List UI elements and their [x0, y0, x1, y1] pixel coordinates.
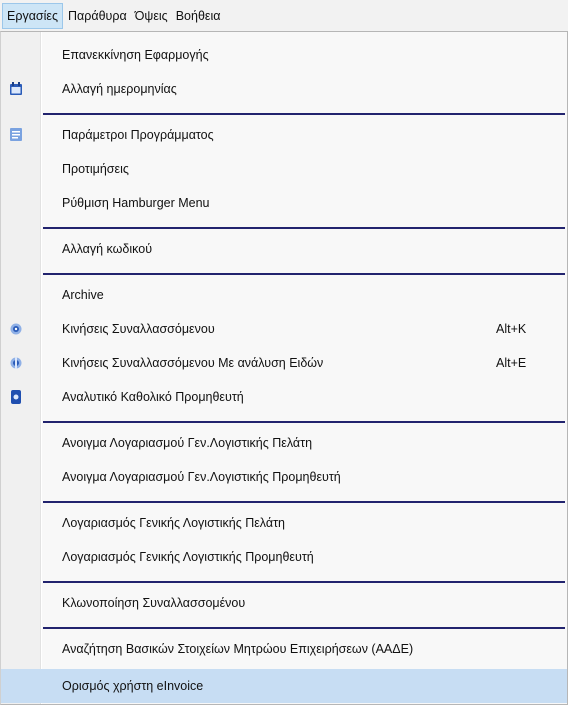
menu-item-label: Προτιμήσεις [62, 162, 129, 176]
ledger-icon [9, 389, 23, 405]
menu-item-label: Κινήσεις Συναλλασσόμενου Με ανάλυση Ειδώ… [62, 356, 324, 370]
menu-item-transactions[interactable]: Κινήσεις Συναλλασσόμενου Alt+K [1, 312, 567, 346]
menu-item-label: Ρύθμιση Hamburger Menu [62, 196, 210, 210]
shortcut-label: Alt+K [496, 322, 527, 336]
menu-item-label: Archive [62, 288, 104, 302]
menu-item-program-parameters[interactable]: Παράμετροι Προγράμματος [1, 118, 567, 152]
menu-item-open-account-supplier[interactable]: Ανοιγμα Λογαριασμού Γεν.Λογιστικής Προμη… [1, 460, 567, 494]
menu-item-label: Επανεκκίνηση Εφαρμογής [62, 48, 209, 62]
shortcut-label: Alt+E [496, 356, 527, 370]
menu-item-supplier-ledger[interactable]: Αναλυτικό Καθολικό Προμηθευτή [1, 380, 567, 414]
menu-item-label: Αλλαγή ημερομηνίας [62, 82, 177, 96]
menu-item-label: Λογαριασμός Γενικής Λογιστικής Προμηθευτ… [62, 550, 314, 564]
menu-item-label: Παράμετροι Προγράμματος [62, 128, 214, 142]
menu-voitheia[interactable]: Βοήθεια [173, 3, 224, 29]
menu-item-transactions-items[interactable]: Κινήσεις Συναλλασσόμενου Με ανάλυση Ειδώ… [1, 346, 567, 380]
menu-bar: Εργασίες Παράθυρα Όψεις Βοήθεια [0, 0, 568, 31]
separator [43, 627, 565, 629]
menu-item-change-password[interactable]: Αλλαγή κωδικού [1, 232, 567, 266]
separator [43, 421, 565, 423]
menu-item-change-date[interactable]: Αλλαγή ημερομηνίας [1, 72, 567, 106]
separator [43, 227, 565, 229]
menu-item-hamburger-settings[interactable]: Ρύθμιση Hamburger Menu [1, 186, 567, 220]
menu-item-label: Λογαριασμός Γενικής Λογιστικής Πελάτη [62, 516, 285, 530]
menu-item-label: Αναζήτηση Βασικών Στοιχείων Μητρώου Επιχ… [62, 642, 414, 656]
transactions-icon [9, 321, 23, 337]
menu-item-label: Αναλυτικό Καθολικό Προμηθευτή [62, 390, 244, 404]
settings-document-icon [9, 127, 23, 143]
ergasies-dropdown-menu: Επανεκκίνηση Εφαρμογής Αλλαγή ημερομηνία… [0, 31, 568, 705]
menu-item-label: Ανοιγμα Λογαριασμού Γεν.Λογιστικής Προμη… [62, 470, 341, 484]
menu-item-label: Ορισμός χρήστη eInvoice [62, 679, 204, 693]
menu-ergasies[interactable]: Εργασίες [2, 2, 64, 29]
menu-item-einvoice-user[interactable]: Ορισμός χρήστη eInvoice [1, 669, 567, 703]
menu-item-gl-account-customer[interactable]: Λογαριασμός Γενικής Λογιστικής Πελάτη [1, 506, 567, 540]
menu-item-label: Ανοιγμα Λογαριασμού Γεν.Λογιστικής Πελάτ… [62, 436, 313, 450]
menu-item-label: Κλωνοποίηση Συναλλασσομένου [62, 596, 246, 610]
separator [43, 113, 565, 115]
menu-item-archive[interactable]: Archive [1, 278, 567, 312]
menu-item-label: Αλλαγή κωδικού [62, 242, 153, 256]
menu-item-open-account-customer[interactable]: Ανοιγμα Λογαριασμού Γεν.Λογιστικής Πελάτ… [1, 426, 567, 460]
calendar-icon [9, 81, 23, 97]
menu-item-preferences[interactable]: Προτιμήσεις [1, 152, 567, 186]
menu-item-aade-registry-search[interactable]: Αναζήτηση Βασικών Στοιχείων Μητρώου Επιχ… [1, 632, 567, 666]
menu-item-gl-account-supplier[interactable]: Λογαριασμός Γενικής Λογιστικής Προμηθευτ… [1, 540, 567, 574]
menu-item-restart-app[interactable]: Επανεκκίνηση Εφαρμογής [1, 38, 567, 72]
separator [43, 501, 565, 503]
menu-item-label: Κινήσεις Συναλλασσόμενου [62, 322, 215, 336]
separator [43, 273, 565, 275]
menu-item-clone-counterparty[interactable]: Κλωνοποίηση Συναλλασσομένου [1, 586, 567, 620]
menu-opseis[interactable]: Όψεις [132, 3, 171, 29]
menu-parathyra[interactable]: Παράθυρα [65, 3, 130, 29]
transactions-items-icon [9, 355, 23, 371]
separator [43, 581, 565, 583]
